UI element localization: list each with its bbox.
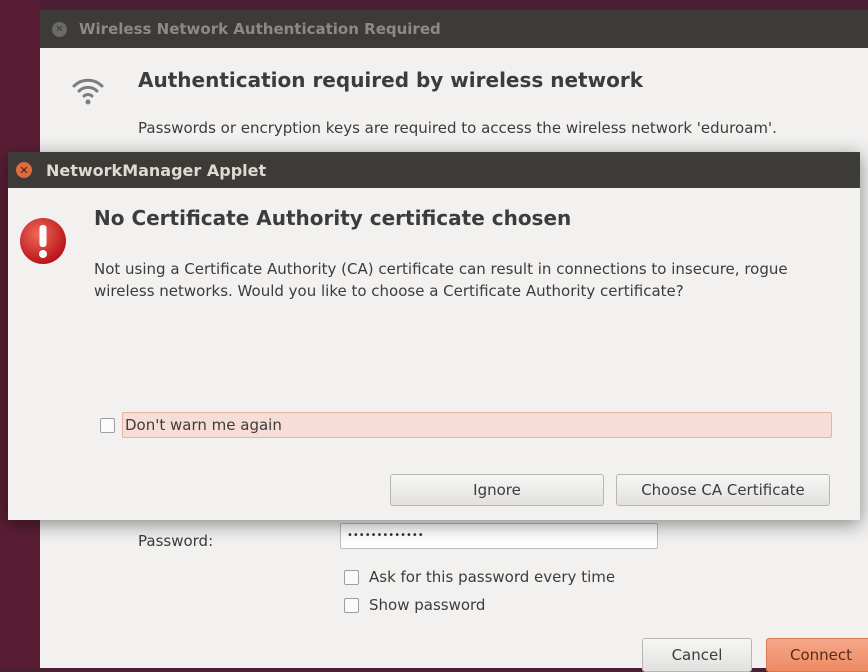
password-label: Password: <box>138 532 214 550</box>
choose-ca-certificate-button[interactable]: Choose CA Certificate <box>616 474 830 506</box>
error-icon <box>18 216 68 270</box>
show-password-option[interactable]: Show password <box>344 596 485 614</box>
auth-heading: Authentication required by wireless netw… <box>138 68 643 92</box>
dialog-title: NetworkManager Applet <box>46 160 267 180</box>
ca-certificate-dialog: ✕ NetworkManager Applet No Certificate A… <box>8 152 860 520</box>
password-field[interactable]: ••••••••••••• <box>340 523 658 549</box>
wireless-auth-titlebar: ✕ Wireless Network Authentication Requir… <box>40 10 868 48</box>
dont-warn-label: Don't warn me again <box>125 416 282 434</box>
connect-button[interactable]: Connect <box>766 638 868 672</box>
cancel-button[interactable]: Cancel <box>642 638 752 672</box>
dont-warn-option[interactable]: Don't warn me again <box>122 412 832 438</box>
dont-warn-checkbox[interactable] <box>100 418 115 433</box>
show-password-label: Show password <box>369 596 486 614</box>
ask-every-time-label: Ask for this password every time <box>369 568 616 586</box>
show-password-checkbox[interactable] <box>344 597 359 613</box>
dialog-titlebar: ✕ NetworkManager Applet <box>8 152 860 188</box>
close-icon[interactable]: ✕ <box>16 162 32 178</box>
ask-every-time-checkbox[interactable] <box>344 569 359 585</box>
dialog-body: Not using a Certificate Authority (CA) c… <box>94 260 788 300</box>
wifi-icon <box>70 72 106 110</box>
close-icon[interactable]: ✕ <box>52 21 67 37</box>
ask-every-time-option[interactable]: Ask for this password every time <box>344 568 615 586</box>
window-title: Wireless Network Authentication Required <box>79 20 441 38</box>
auth-description: Passwords or encryption keys are require… <box>138 119 777 137</box>
ignore-button[interactable]: Ignore <box>390 474 604 506</box>
dialog-heading: No Certificate Authority certificate cho… <box>94 206 572 230</box>
